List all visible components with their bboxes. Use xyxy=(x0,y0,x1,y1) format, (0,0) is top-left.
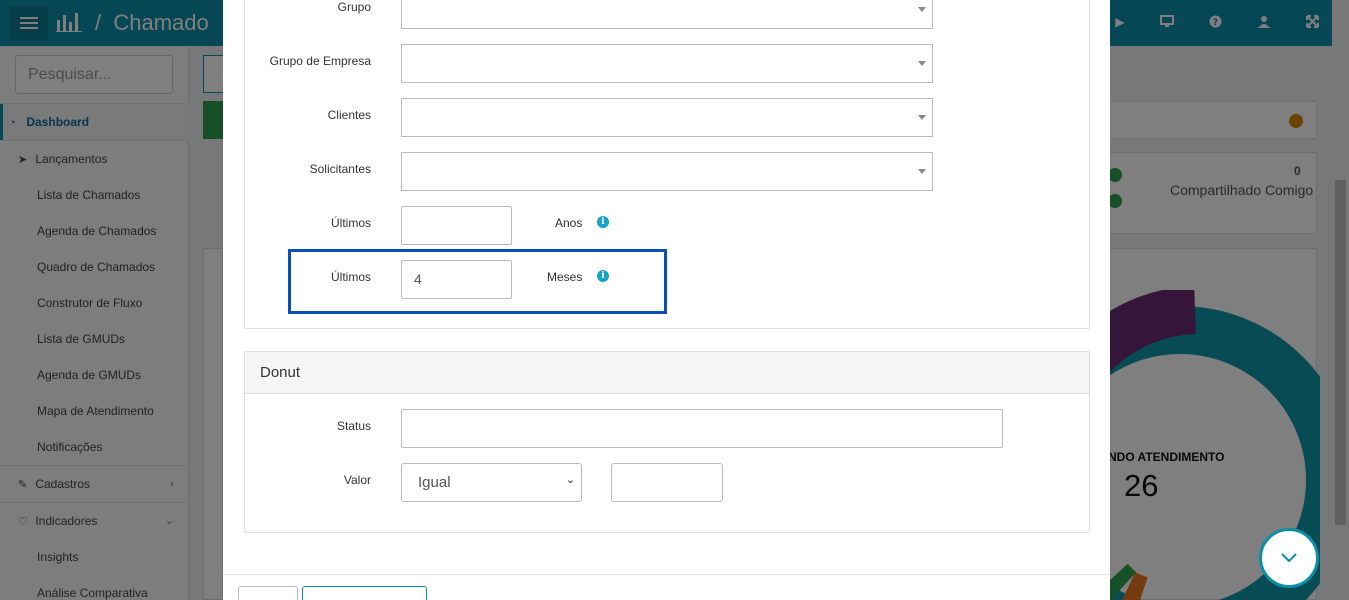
status-input[interactable] xyxy=(401,409,1003,448)
caret-down-icon xyxy=(918,115,926,120)
grupo-label: Grupo xyxy=(337,0,371,14)
anos-unit-label: Anos xyxy=(555,216,583,230)
anos-info-icon[interactable]: i xyxy=(597,216,609,228)
filter-modal: Grupo Grupo de Empresa Clientes Solicita… xyxy=(223,0,1110,600)
valor-label: Valor xyxy=(343,473,371,487)
ultimos-anos-label: Últimos xyxy=(330,216,371,230)
caret-down-icon xyxy=(918,7,926,12)
solicitantes-select[interactable] xyxy=(401,152,933,191)
caret-down-icon xyxy=(918,169,926,174)
grupo-empresa-label: Grupo de Empresa xyxy=(269,54,371,68)
valor-operator-selected: Igual xyxy=(418,474,451,491)
valor-input[interactable] xyxy=(611,463,723,502)
clientes-select[interactable] xyxy=(401,98,933,137)
grupo-empresa-select[interactable] xyxy=(401,44,933,83)
scroll-down-button[interactable] xyxy=(1259,528,1319,588)
footer-button-small[interactable] xyxy=(238,586,298,600)
modal-footer xyxy=(223,574,1110,600)
highlight-box xyxy=(288,249,667,314)
chevron-down-icon: ⌄ xyxy=(565,474,575,486)
clientes-label: Clientes xyxy=(327,108,371,122)
status-label: Status xyxy=(336,419,371,433)
valor-operator-select[interactable]: Igual ⌄ xyxy=(401,463,582,502)
grupo-select[interactable] xyxy=(401,0,933,29)
caret-down-icon xyxy=(918,61,926,66)
donut-panel-heading: Donut xyxy=(245,352,1089,394)
chevron-down-icon xyxy=(1281,553,1297,563)
solicitantes-label: Solicitantes xyxy=(309,162,371,176)
ultimos-anos-input[interactable] xyxy=(401,206,512,245)
footer-button-primary[interactable] xyxy=(302,586,427,600)
